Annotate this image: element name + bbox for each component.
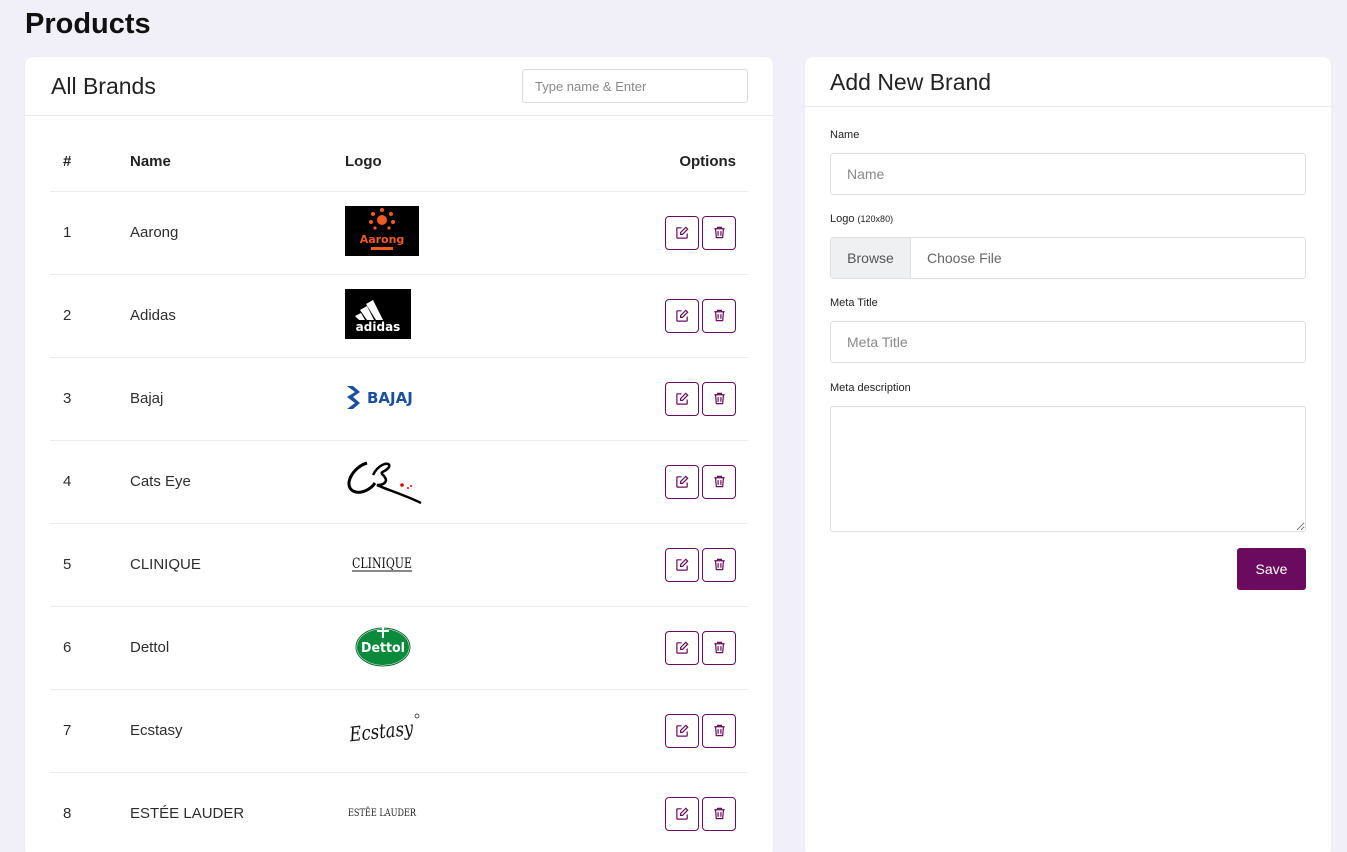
table-row: 5 CLINIQUE CLINIQUE	[50, 523, 748, 607]
meta-title-input[interactable]	[830, 321, 1306, 363]
ecstasy-logo: Ecstasy	[345, 704, 420, 754]
row-name: Adidas	[130, 274, 345, 358]
meta-description-textarea[interactable]	[830, 406, 1306, 532]
trash-icon	[713, 724, 725, 737]
row-num: 8	[50, 772, 130, 852]
cats-eye-logo	[345, 455, 422, 505]
table-row: 2 Adidas adidas	[50, 274, 748, 358]
meta-title-label: Meta Title	[830, 297, 878, 309]
row-name: Cats Eye	[130, 440, 345, 524]
edit-button[interactable]	[665, 215, 699, 250]
add-brand-title: Add New Brand	[830, 69, 992, 95]
all-brands-header: All Brands	[25, 57, 773, 116]
table-row: 7 Ecstasy Ecstasy	[50, 689, 748, 773]
table-header-row: # Name Logo Options	[50, 133, 748, 192]
logo-label: Logo (120x80)	[830, 213, 893, 225]
choose-file-label[interactable]: Choose File	[911, 238, 1002, 278]
trash-icon	[713, 558, 725, 571]
edit-button[interactable]	[665, 796, 699, 831]
row-num: 3	[50, 357, 130, 441]
row-num: 4	[50, 440, 130, 524]
delete-button[interactable]	[702, 796, 736, 831]
page-title: Products	[25, 8, 151, 40]
all-brands-card: All Brands # Name Logo Options 1 Aarong	[25, 57, 773, 852]
trash-icon	[713, 392, 725, 405]
column-header-name: Name	[130, 133, 345, 192]
logo-file-input[interactable]: Browse Choose File	[830, 237, 1306, 279]
row-num: 2	[50, 274, 130, 358]
logo-size-hint: (120x80)	[857, 214, 894, 224]
edit-button[interactable]	[665, 298, 699, 333]
column-header-options: Options	[595, 133, 748, 192]
svg-text:Dettol: Dettol	[361, 641, 405, 656]
table-row: 4 Cats Eye	[50, 440, 748, 524]
logo-label-text: Logo	[830, 213, 855, 225]
browse-button[interactable]: Browse	[831, 238, 911, 278]
trash-icon	[713, 309, 725, 322]
trash-icon	[713, 641, 725, 654]
row-name: Bajaj	[130, 357, 345, 441]
trash-icon	[713, 475, 725, 488]
table-row: 8 ESTÉE LAUDER ESTĒE LAUDER	[50, 772, 748, 852]
delete-button[interactable]	[702, 630, 736, 665]
table-row: 6 Dettol Dettol	[50, 606, 748, 690]
edit-icon	[675, 226, 689, 239]
clinique-logo: CLINIQUE	[345, 538, 419, 588]
delete-button[interactable]	[702, 381, 736, 416]
delete-button[interactable]	[702, 547, 736, 582]
name-label: Name	[830, 129, 860, 141]
aarong-logo: Aarong	[345, 205, 419, 256]
trash-icon	[713, 807, 725, 820]
svg-text:ESTĒE LAUDER: ESTĒE LAUDER	[348, 807, 416, 819]
edit-icon	[675, 475, 689, 488]
svg-text:Ecstasy: Ecstasy	[347, 715, 415, 746]
name-input[interactable]	[830, 153, 1306, 195]
edit-button[interactable]	[665, 547, 699, 582]
svg-text:Aarong: Aarong	[360, 233, 405, 246]
row-num: 6	[50, 606, 130, 690]
row-num: 1	[50, 191, 130, 275]
delete-button[interactable]	[702, 464, 736, 499]
row-name: Ecstasy	[130, 689, 345, 773]
edit-icon	[675, 724, 689, 737]
svg-text:BAJAJ: BAJAJ	[367, 389, 413, 407]
edit-button[interactable]	[665, 630, 699, 665]
delete-button[interactable]	[702, 215, 736, 250]
column-header-logo: Logo	[345, 133, 595, 192]
edit-icon	[675, 392, 689, 405]
row-name: Aarong	[130, 191, 345, 275]
edit-icon	[675, 558, 689, 571]
edit-icon	[675, 807, 689, 820]
edit-button[interactable]	[665, 713, 699, 748]
adidas-logo: adidas	[345, 288, 419, 339]
delete-button[interactable]	[702, 298, 736, 333]
svg-text:adidas: adidas	[356, 320, 401, 334]
brand-search-input[interactable]	[522, 69, 748, 103]
trash-icon	[713, 226, 725, 239]
add-brand-header: Add New Brand	[805, 57, 1331, 107]
add-brand-card: Add New Brand Name Logo (120x80) Browse …	[805, 57, 1331, 852]
edit-button[interactable]	[665, 381, 699, 416]
delete-button[interactable]	[702, 713, 736, 748]
column-header-num: #	[50, 133, 130, 192]
edit-button[interactable]	[665, 464, 699, 499]
dettol-logo: Dettol	[345, 621, 419, 671]
row-num: 5	[50, 523, 130, 607]
table-row: 3 Bajaj BAJAJ	[50, 357, 748, 441]
edit-icon	[675, 309, 689, 322]
table-row: 1 Aarong Aarong	[50, 191, 748, 275]
estee-lauder-logo: ESTĒE LAUDER	[345, 787, 419, 837]
meta-description-label: Meta description	[830, 382, 911, 394]
row-num: 7	[50, 689, 130, 773]
all-brands-title: All Brands	[51, 73, 156, 99]
svg-text:CLINIQUE: CLINIQUE	[352, 556, 412, 572]
brands-table: # Name Logo Options 1 Aarong Aarong 2 Ad…	[50, 133, 748, 852]
row-name: CLINIQUE	[130, 523, 345, 607]
edit-icon	[675, 641, 689, 654]
save-button[interactable]: Save	[1237, 548, 1306, 590]
row-name: Dettol	[130, 606, 345, 690]
row-name: ESTÉE LAUDER	[130, 772, 345, 852]
bajaj-logo: BAJAJ	[345, 372, 419, 422]
